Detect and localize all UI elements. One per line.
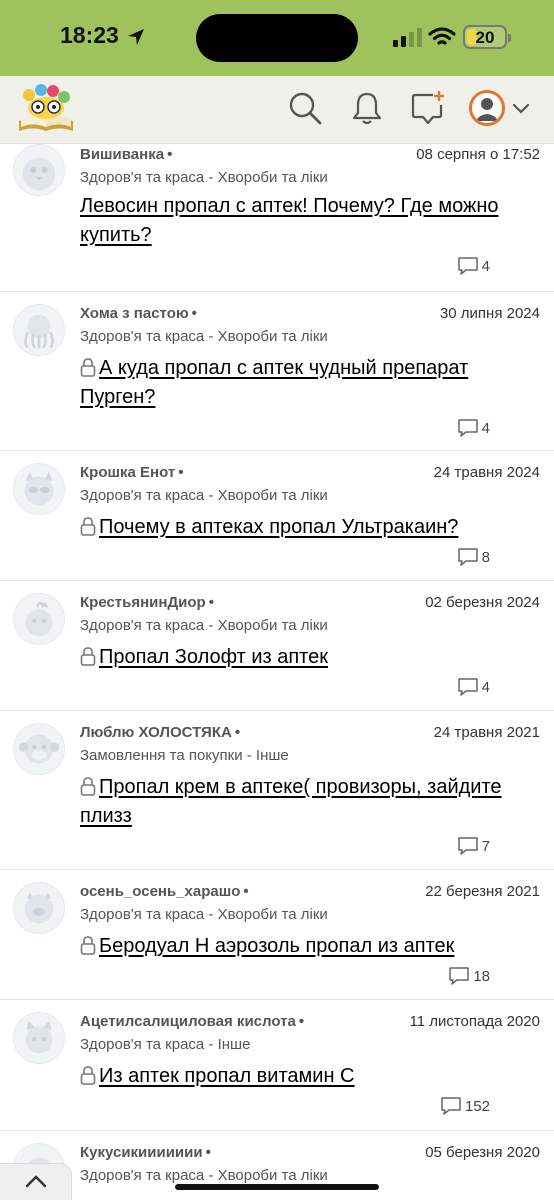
battery-level: 20 [475, 28, 495, 47]
avatar-monkey-icon [18, 734, 60, 764]
post-title[interactable]: Беродуал Н аэрозоль пропал из аптек [80, 932, 514, 961]
lock-icon [80, 777, 96, 796]
post-title[interactable]: Левосин пропал с аптек! Почему? Где можн… [80, 192, 514, 250]
avatar-cat-icon [25, 1020, 53, 1054]
post-title[interactable]: А куда пропал с аптек чудный препарат Пу… [80, 354, 514, 412]
post-date: 05 березня 2020 [425, 1144, 540, 1161]
author-name[interactable]: КрестьянинДиор [80, 594, 206, 611]
comment-icon [449, 967, 470, 985]
scroll-to-top-button[interactable] [0, 1163, 72, 1200]
post-category[interactable]: Здоров'я та краса - Хвороби та ліки [80, 617, 540, 634]
cellular-signal-icon [393, 28, 422, 47]
post-title[interactable]: Пропал Золофт из аптек [80, 643, 514, 672]
post-date: 11 листопада 2020 [409, 1013, 540, 1030]
lock-icon [80, 517, 96, 536]
comment-count[interactable]: 152 [440, 1096, 490, 1116]
chevron-down-icon[interactable] [512, 102, 530, 116]
comment-icon [457, 419, 478, 437]
avatar-chick-icon [25, 601, 53, 637]
author-name[interactable]: Люблю ХОЛОСТЯКА [80, 724, 232, 741]
post-category[interactable]: Здоров'я та краса - Хвороби та ліки [80, 328, 540, 345]
battery-indicator: 20 [463, 25, 511, 49]
post-category[interactable]: Здоров'я та краса - Хвороби та ліки [80, 906, 540, 923]
avatar-penguin-icon [22, 157, 56, 191]
author-avatar[interactable] [13, 1012, 65, 1064]
author-avatar[interactable] [13, 304, 65, 356]
comment-icon [457, 548, 478, 566]
author-name[interactable]: Крошка Енот [80, 464, 175, 481]
avatar-raccoon-icon [24, 471, 54, 506]
author-name[interactable]: осень_осень_харашо [80, 883, 240, 900]
comment-icon [441, 1097, 461, 1115]
status-bar: 18:23 20 [0, 0, 554, 76]
user-avatar[interactable] [469, 90, 505, 126]
author-name[interactable]: Кукусикиииииии [80, 1144, 203, 1161]
home-indicator[interactable] [175, 1184, 379, 1190]
comment-count[interactable]: 8 [457, 547, 490, 567]
list-item[interactable]: Хома з пастою • 30 липня 2024 Здоров'я та… [0, 292, 554, 451]
author-avatar[interactable] [13, 593, 65, 645]
post-category[interactable]: Здоров'я та краса - Хвороби та ліки [80, 169, 540, 186]
post-date: 24 травня 2024 [433, 464, 540, 481]
author-avatar[interactable] [13, 882, 65, 934]
bell-icon[interactable] [348, 89, 386, 127]
author-name[interactable]: Вишиванка [80, 146, 164, 163]
post-category[interactable]: Здоров'я та краса - Хвороби та ліки [80, 1167, 540, 1184]
lock-icon [80, 358, 96, 377]
post-date: 22 березня 2021 [425, 883, 540, 900]
wifi-icon [428, 27, 456, 45]
logo-icon[interactable] [15, 81, 77, 135]
post-date: 24 травня 2021 [433, 724, 540, 741]
author-avatar[interactable] [13, 723, 65, 775]
comment-icon [457, 678, 478, 696]
author-avatar[interactable] [13, 463, 65, 515]
post-date: 08 серпня о 17:52 [416, 146, 540, 163]
comment-count[interactable]: 4 [457, 418, 490, 438]
post-title[interactable]: Из аптек пропал витамин С [80, 1062, 514, 1091]
list-item[interactable]: КрестьянинДиор • 02 березня 2024 Здоров'я… [0, 581, 554, 711]
location-arrow-icon [128, 29, 144, 45]
lock-icon [80, 1066, 96, 1085]
comment-count[interactable]: 7 [457, 836, 490, 856]
post-date: 02 березня 2024 [425, 594, 540, 611]
list-item[interactable]: Люблю ХОЛОСТЯКА • 24 травня 2021 Замовлен… [0, 711, 554, 870]
comment-count[interactable]: 18 [448, 966, 490, 986]
list-item[interactable]: осень_осень_харашо • 22 березня 2021 Здор… [0, 870, 554, 1000]
post-date: 30 липня 2024 [439, 305, 540, 322]
comment-icon [457, 837, 478, 855]
status-time: 18:23 [60, 22, 119, 48]
author-name[interactable]: Хома з пастою [80, 305, 189, 322]
avatar-octopus-icon [24, 314, 54, 349]
post-category[interactable]: Здоров'я та краса - Інше [80, 1036, 540, 1053]
user-avatar-icon [472, 93, 502, 123]
post-title[interactable]: Пропал крем в аптеке( провизоры, зайдите… [80, 773, 514, 831]
comment-icon [457, 257, 478, 275]
post-title[interactable]: Почему в аптеках пропал Ультракаин? [80, 513, 514, 542]
comment-count[interactable]: 4 [457, 677, 490, 697]
post-category[interactable]: Здоров'я та краса - Хвороби та ліки [80, 487, 540, 504]
author-avatar[interactable] [13, 144, 65, 196]
app-header [0, 76, 554, 144]
list-item[interactable]: Ацетилсалициловая кислота • 11 листопада … [0, 1000, 554, 1131]
author-name[interactable]: Ацетилсалициловая кислота [80, 1013, 296, 1030]
post-category[interactable]: Замовлення та покупки - Інше [80, 747, 540, 764]
chevron-up-icon [25, 1175, 47, 1188]
dynamic-island [196, 14, 358, 62]
question-feed: Вишиванка • 08 серпня о 17:52 Здоров'я та… [0, 144, 554, 1200]
list-item[interactable]: Вишиванка • 08 серпня о 17:52 Здоров'я та… [0, 144, 554, 292]
lock-icon [80, 647, 96, 666]
lock-icon [80, 936, 96, 955]
new-message-icon[interactable] [409, 89, 447, 127]
search-icon[interactable] [286, 89, 324, 127]
avatar-pig-icon [24, 892, 54, 924]
list-item[interactable]: Крошка Енот • 24 травня 2024 Здоров'я та … [0, 451, 554, 581]
comment-count[interactable]: 4 [457, 256, 490, 276]
